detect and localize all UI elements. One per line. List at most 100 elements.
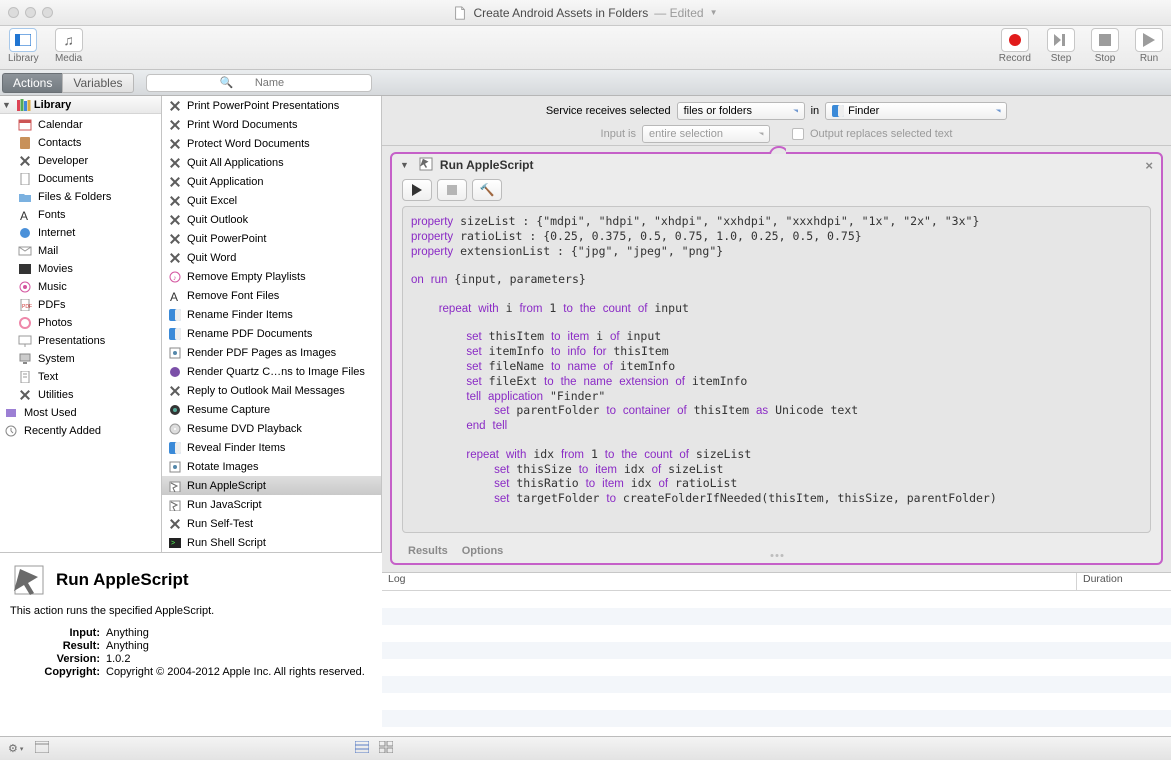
action-quit-outlook[interactable]: Quit Outlook <box>162 210 381 229</box>
log-toggle-button[interactable] <box>35 741 49 756</box>
output-replaces-checkbox[interactable] <box>792 128 804 140</box>
input-type-select[interactable]: files or folders <box>677 102 805 120</box>
script-compile-button[interactable]: 🔨 <box>472 179 502 201</box>
script-editor[interactable]: property sizeList : {"mdpi", "hdpi", "xh… <box>402 206 1151 533</box>
action-protect-word-documents[interactable]: Protect Word Documents <box>162 134 381 153</box>
x-icon <box>168 232 182 246</box>
action-quit-all-applications[interactable]: Quit All Applications <box>162 153 381 172</box>
library-item-calendar[interactable]: Calendar <box>0 116 161 134</box>
library-smart-recently-added[interactable]: Recently Added <box>0 422 161 440</box>
library-item-pdfs[interactable]: PDFPDFs <box>0 296 161 314</box>
library-item-documents[interactable]: Documents <box>0 170 161 188</box>
quartz-icon <box>168 365 182 379</box>
script-stop-button[interactable] <box>437 179 467 201</box>
term-icon: > <box>168 536 182 550</box>
results-tab[interactable]: Results <box>408 545 448 557</box>
library-item-label: Music <box>38 281 67 293</box>
library-item-system[interactable]: System <box>0 350 161 368</box>
search-input[interactable] <box>146 74 372 92</box>
action-quit-word[interactable]: Quit Word <box>162 248 381 267</box>
library-item-internet[interactable]: Internet <box>0 224 161 242</box>
action-render-quartz-c-ns-to-image-files[interactable]: Render Quartz C…ns to Image Files <box>162 362 381 381</box>
view-mode-icon-button[interactable] <box>379 741 393 756</box>
action-run-self-test[interactable]: Run Self-Test <box>162 514 381 533</box>
log-header-log[interactable]: Log <box>382 573 1077 590</box>
applescript-large-icon <box>10 561 48 599</box>
library-item-movies[interactable]: Movies <box>0 260 161 278</box>
library-item-files-folders[interactable]: Files & Folders <box>0 188 161 206</box>
disclosure-triangle-icon[interactable]: ▼ <box>2 100 11 110</box>
library-item-utilities[interactable]: Utilities <box>0 386 161 404</box>
library-smart-most-used[interactable]: Most Used <box>0 404 161 422</box>
record-icon <box>1001 28 1029 52</box>
text-icon <box>18 371 32 383</box>
action-rotate-images[interactable]: Rotate Images <box>162 457 381 476</box>
connector-notch-icon <box>768 146 786 154</box>
action-rename-finder-items[interactable]: Rename Finder Items <box>162 305 381 324</box>
action-reply-to-outlook-mail-messages[interactable]: Reply to Outlook Mail Messages <box>162 381 381 400</box>
tab-variables[interactable]: Variables <box>62 73 133 93</box>
action-disclosure-icon[interactable]: ▼ <box>400 160 409 170</box>
library-item-contacts[interactable]: Contacts <box>0 134 161 152</box>
run-button[interactable]: Run <box>1135 28 1163 64</box>
library-item-photos[interactable]: Photos <box>0 314 161 332</box>
doc-icon <box>18 173 32 185</box>
play-icon <box>412 184 422 196</box>
window-title: Create Android Assets in Folders — Edite… <box>0 6 1171 20</box>
library-sidebar: ▼ Library CalendarContactsDeveloperDocum… <box>0 96 162 552</box>
library-header[interactable]: ▼ Library <box>0 96 161 114</box>
library-toggle-button[interactable]: Library <box>8 28 39 64</box>
library-item-mail[interactable]: Mail <box>0 242 161 260</box>
media-toggle-button[interactable]: ♫ Media <box>55 28 83 64</box>
action-item-label: Rotate Images <box>187 461 259 473</box>
finder-icon <box>168 441 182 455</box>
log-area: Log Duration <box>382 572 1171 736</box>
view-mode-list-button[interactable] <box>355 741 369 756</box>
action-resume-capture[interactable]: Resume Capture <box>162 400 381 419</box>
action-run-shell-script[interactable]: >Run Shell Script <box>162 533 381 552</box>
svg-text:A: A <box>170 290 178 302</box>
step-button[interactable]: Step <box>1047 28 1075 64</box>
application-select[interactable]: Finder <box>825 102 1007 120</box>
config-receives-label: Service receives selected <box>546 105 671 117</box>
library-item-text[interactable]: Text <box>0 368 161 386</box>
tab-actions[interactable]: Actions <box>2 73 62 93</box>
input-scope-select[interactable]: entire selection <box>642 125 770 143</box>
title-menu-caret-icon[interactable]: ▼ <box>710 8 718 17</box>
service-config-bar: Service receives selected files or folde… <box>382 96 1171 146</box>
meta-label: Result: <box>10 640 106 652</box>
action-quit-powerpoint[interactable]: Quit PowerPoint <box>162 229 381 248</box>
action-quit-application[interactable]: Quit Application <box>162 172 381 191</box>
action-remove-empty-playlists[interactable]: ♪Remove Empty Playlists <box>162 267 381 286</box>
action-resume-dvd-playback[interactable]: Resume DVD Playback <box>162 419 381 438</box>
library-header-label: Library <box>34 99 71 111</box>
library-item-label: Movies <box>38 263 73 275</box>
script-run-button[interactable] <box>402 179 432 201</box>
resize-grip-icon[interactable] <box>770 554 783 557</box>
action-run-javascript[interactable]: Run JavaScript <box>162 495 381 514</box>
clock-icon <box>4 425 18 437</box>
library-tab-segment: Actions Variables <box>2 73 134 93</box>
record-button[interactable]: Record <box>999 28 1031 64</box>
options-tab[interactable]: Options <box>462 545 504 557</box>
action-reveal-finder-items[interactable]: Reveal Finder Items <box>162 438 381 457</box>
action-item-label: Remove Empty Playlists <box>187 271 306 283</box>
library-item-developer[interactable]: Developer <box>0 152 161 170</box>
library-item-fonts[interactable]: AFonts <box>0 206 161 224</box>
action-print-word-documents[interactable]: Print Word Documents <box>162 115 381 134</box>
close-action-button[interactable]: × <box>1145 158 1153 173</box>
action-render-pdf-pages-as-images[interactable]: Render PDF Pages as Images <box>162 343 381 362</box>
library-item-label: System <box>38 353 75 365</box>
meta-label: Input: <box>10 627 106 639</box>
log-header-duration[interactable]: Duration <box>1077 573 1171 590</box>
library-item-music[interactable]: Music <box>0 278 161 296</box>
stop-button[interactable]: Stop <box>1091 28 1119 64</box>
action-run-applescript[interactable]: Run AppleScript <box>162 476 381 495</box>
action-quit-excel[interactable]: Quit Excel <box>162 191 381 210</box>
gear-menu-button[interactable]: ⚙▾ <box>8 742 23 755</box>
action-rename-pdf-documents[interactable]: Rename PDF Documents <box>162 324 381 343</box>
library-item-presentations[interactable]: Presentations <box>0 332 161 350</box>
action-remove-font-files[interactable]: ARemove Font Files <box>162 286 381 305</box>
action-print-powerpoint-presentations[interactable]: Print PowerPoint Presentations <box>162 96 381 115</box>
action-item-label: Quit Outlook <box>187 214 248 226</box>
